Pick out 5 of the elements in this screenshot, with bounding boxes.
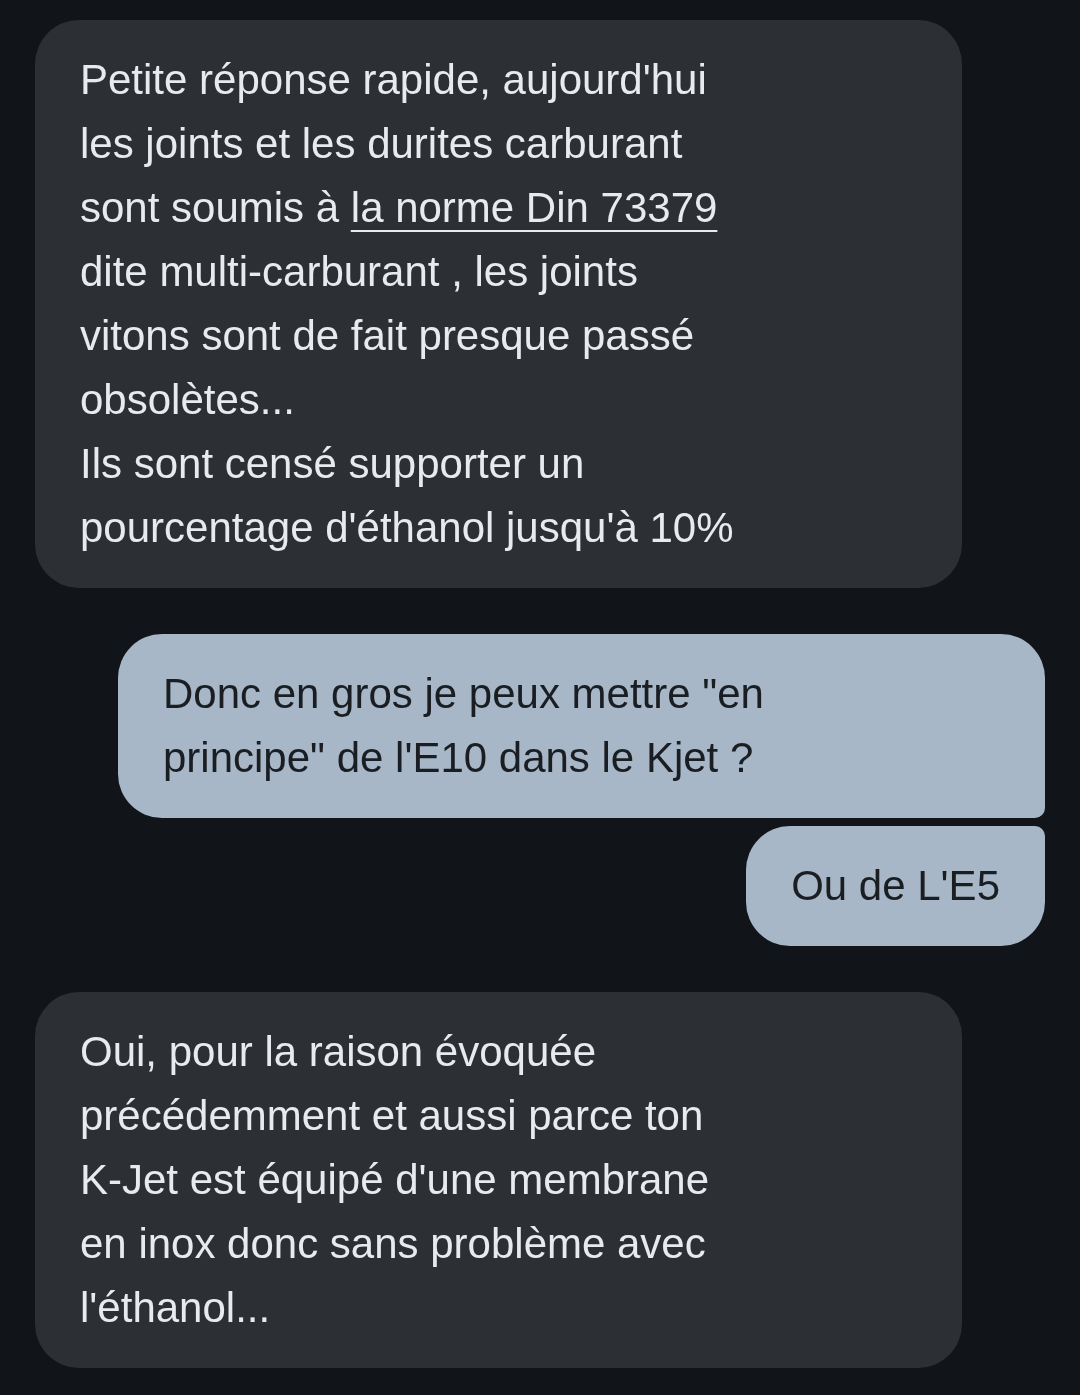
- message-text: Oui, pour la raison évoquée précédemment et aussi parce ton K-Jet est équipé d'une membrane en inox donc sans problème avec l'éthanol...: [80, 1027, 711, 1333]
- message-text: Ou de L'E5: [791, 861, 1000, 911]
- message-text: Donc en gros je peux mettre "en principe" de l'E10 dans le Kjet ?: [163, 669, 765, 783]
- message-text: Petite réponse rapide, aujourd'hui les joints et les durites carburant sont soumis à la norme Din 73379 dite multi-carburant , les joints vitons sont de fait presque passé obsolètes... Ils sont censé supporter un pourcentage d'éthanol jusqu'à 10%: [80, 55, 735, 553]
- link[interactable]: la norme Din 73379: [350, 184, 718, 231]
